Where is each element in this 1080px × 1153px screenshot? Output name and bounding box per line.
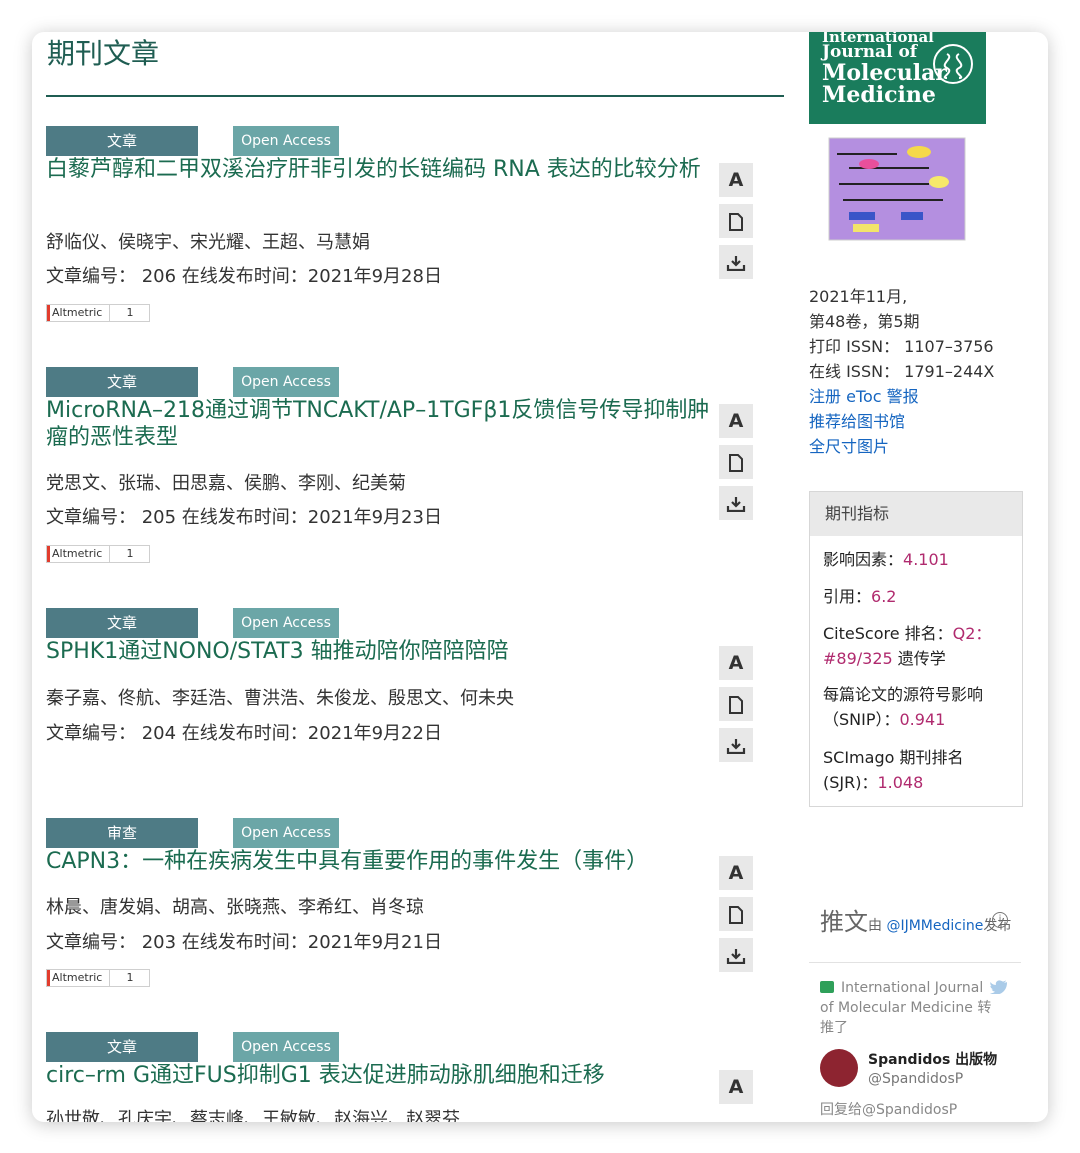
retweet-notice: International Journal of Molecular Medic…: [820, 980, 992, 1036]
cover-illustration: [809, 124, 986, 246]
tweet-author-handle[interactable]: @SpandidosP: [868, 1071, 963, 1087]
tweets-by-prefix: 由: [868, 918, 887, 934]
page-frame: 期刊文章 文章 Open Access 白藜芦醇和二甲双溪治疗肝非引发的长链编码…: [32, 32, 1048, 1122]
article-type-tag: 文章: [46, 126, 198, 156]
article-title-link[interactable]: MicroRNA–218通过调节TNCAKT/AP–1TGFβ1反馈信号传导抑制…: [46, 397, 711, 451]
twitter-handle-link[interactable]: @IJMMedicine: [886, 918, 983, 934]
cover-title-line: Medicine: [822, 82, 936, 108]
article-authors: 舒临仪、侯晓宇、宋光耀、王超、马慧娟: [46, 232, 370, 253]
info-icon[interactable]: i: [992, 912, 1008, 928]
article-authors: 党思文、张瑞、田思嘉、侯鹏、李刚、纪美菊: [46, 473, 406, 494]
sjr-value[interactable]: 1.048: [877, 773, 923, 792]
reply-to-text: 回复给@SpandidosP: [820, 1102, 958, 1118]
sjr-label-2: (SJR)：: [823, 773, 878, 792]
text-size-icon[interactable]: A: [719, 163, 753, 197]
fullsize-image-link[interactable]: 全尺寸图片: [809, 433, 889, 457]
sjr-row: (SJR)：1.048: [823, 771, 923, 795]
snip-row: （SNIP）：0.941: [823, 708, 945, 732]
altmetric-logo: Altmetric: [47, 546, 110, 562]
citescore-rank-value[interactable]: #89/325: [823, 649, 893, 668]
article-meta: 文章编号： 204 在线发布时间：2021年9月22日: [46, 723, 442, 744]
issue-volume: 第48卷，第5期: [809, 312, 920, 331]
journal-cover[interactable]: International Journal of Molecular Medic…: [809, 32, 986, 124]
altmetric-count: 1: [109, 546, 150, 562]
recommend-library-link[interactable]: 推荐给图书馆: [809, 408, 905, 432]
text-size-icon[interactable]: A: [719, 646, 753, 680]
tweets-title: 推文: [820, 908, 868, 936]
etoc-alert-link[interactable]: 注册 eToc 警报: [809, 383, 919, 407]
document-icon[interactable]: [719, 687, 753, 721]
citescore-rank: CiteScore 排名：Q2：: [823, 622, 991, 646]
tweet-author-name[interactable]: Spandidos 出版物: [868, 1049, 997, 1069]
journal-metrics-panel: 期刊指标 影响因素：4.101 引用：6.2 CiteScore 排名：Q2： …: [809, 491, 1023, 807]
open-access-tag[interactable]: Open Access: [233, 367, 339, 397]
download-icon[interactable]: [719, 938, 753, 972]
citation-label: 引用：: [823, 587, 872, 606]
article-meta: 文章编号： 203 在线发布时间：2021年9月21日: [46, 932, 442, 953]
print-issn: 打印 ISSN： 1107–3756: [809, 337, 994, 356]
article-title-link[interactable]: SPHK1通过NONO/STAT3 轴推动陪你陪陪陪陪: [46, 638, 711, 665]
sjr-label: SCImago 期刊排名: [823, 748, 964, 767]
citation-value[interactable]: 6.2: [871, 587, 896, 606]
altmetric-count: 1: [109, 970, 150, 986]
article-type-tag: 文章: [46, 1032, 198, 1062]
online-issn: 在线 ISSN： 1791–244X: [809, 362, 995, 381]
altmetric-badge[interactable]: Altmetric 1: [46, 969, 150, 987]
impact-value[interactable]: 4.101: [903, 550, 949, 569]
altmetric-logo: Altmetric: [47, 970, 110, 986]
download-icon[interactable]: [719, 486, 753, 520]
article-title-link[interactable]: CAPN3：一种在疾病发生中具有重要作用的事件发生（事件）: [46, 848, 711, 875]
article-title-link[interactable]: 白藜芦醇和二甲双溪治疗肝非引发的长链编码 RNA 表达的比较分析: [46, 156, 711, 183]
article-title-link[interactable]: circ–rm G通过FUS抑制G1 表达促进肺动脉肌细胞和迁移: [46, 1062, 711, 1089]
citescore-quartile[interactable]: Q2：: [953, 624, 992, 643]
snip-label-2: （SNIP）：: [823, 710, 900, 729]
article-type-tag: 审查: [46, 818, 198, 848]
article-type-tag: 文章: [46, 367, 198, 397]
open-access-tag[interactable]: Open Access: [233, 1032, 339, 1062]
altmetric-badge[interactable]: Altmetric 1: [46, 545, 150, 563]
text-size-icon[interactable]: A: [719, 1070, 753, 1104]
impact-factor: 影响因素：4.101: [823, 548, 949, 572]
document-icon[interactable]: [719, 445, 753, 479]
citescore-field: 遗传学: [892, 649, 946, 668]
article-meta: 文章编号： 205 在线发布时间：2021年9月23日: [46, 507, 442, 528]
twitter-bird-icon[interactable]: [990, 980, 1008, 994]
open-access-tag[interactable]: Open Access: [233, 126, 339, 156]
tweet-divider: [809, 962, 1021, 963]
article-authors: 秦子嘉、佟航、李廷浩、曹洪浩、朱俊龙、殷思文、何未央: [46, 688, 514, 709]
article-meta: 文章编号： 206 在线发布时间：2021年9月28日: [46, 266, 442, 287]
cover-title-line: Journal of: [822, 42, 918, 62]
journal-logo-icon: [933, 44, 973, 84]
metrics-header: 期刊指标: [810, 492, 1022, 536]
title-divider: [46, 95, 784, 97]
altmetric-count: 1: [109, 305, 150, 321]
altmetric-badge[interactable]: Altmetric 1: [46, 304, 150, 322]
avatar[interactable]: [820, 1049, 858, 1087]
snip-label: 每篇论文的源符号影响: [823, 685, 984, 704]
citations: 引用：6.2: [823, 585, 896, 609]
document-icon[interactable]: [719, 204, 753, 238]
open-access-tag[interactable]: Open Access: [233, 608, 339, 638]
citescore-rank-line2: #89/325 遗传学: [823, 647, 946, 671]
impact-label: 影响因素：: [823, 550, 904, 569]
tweets-heading: 推文由 @IJMMedicine发布: [820, 902, 1011, 937]
issue-date: 2021年11月,: [809, 287, 908, 306]
article-authors: 孙世敬、孔庆宇、蔡志峰、王敏敏、赵海兴、赵翠芬: [46, 1109, 460, 1122]
page-title: 期刊文章: [47, 37, 160, 70]
text-size-icon[interactable]: A: [719, 404, 753, 438]
snip-value[interactable]: 0.941: [900, 710, 946, 729]
altmetric-logo: Altmetric: [47, 305, 110, 321]
download-icon[interactable]: [719, 245, 753, 279]
open-access-tag[interactable]: Open Access: [233, 818, 339, 848]
article-authors: 林晨、唐发娟、胡高、张晓燕、李希红、肖冬琼: [46, 897, 424, 918]
article-type-tag: 文章: [46, 608, 198, 638]
text-size-icon[interactable]: A: [719, 856, 753, 890]
download-icon[interactable]: [719, 728, 753, 762]
document-icon[interactable]: [719, 897, 753, 931]
citescore-label: CiteScore 排名：: [823, 624, 953, 643]
